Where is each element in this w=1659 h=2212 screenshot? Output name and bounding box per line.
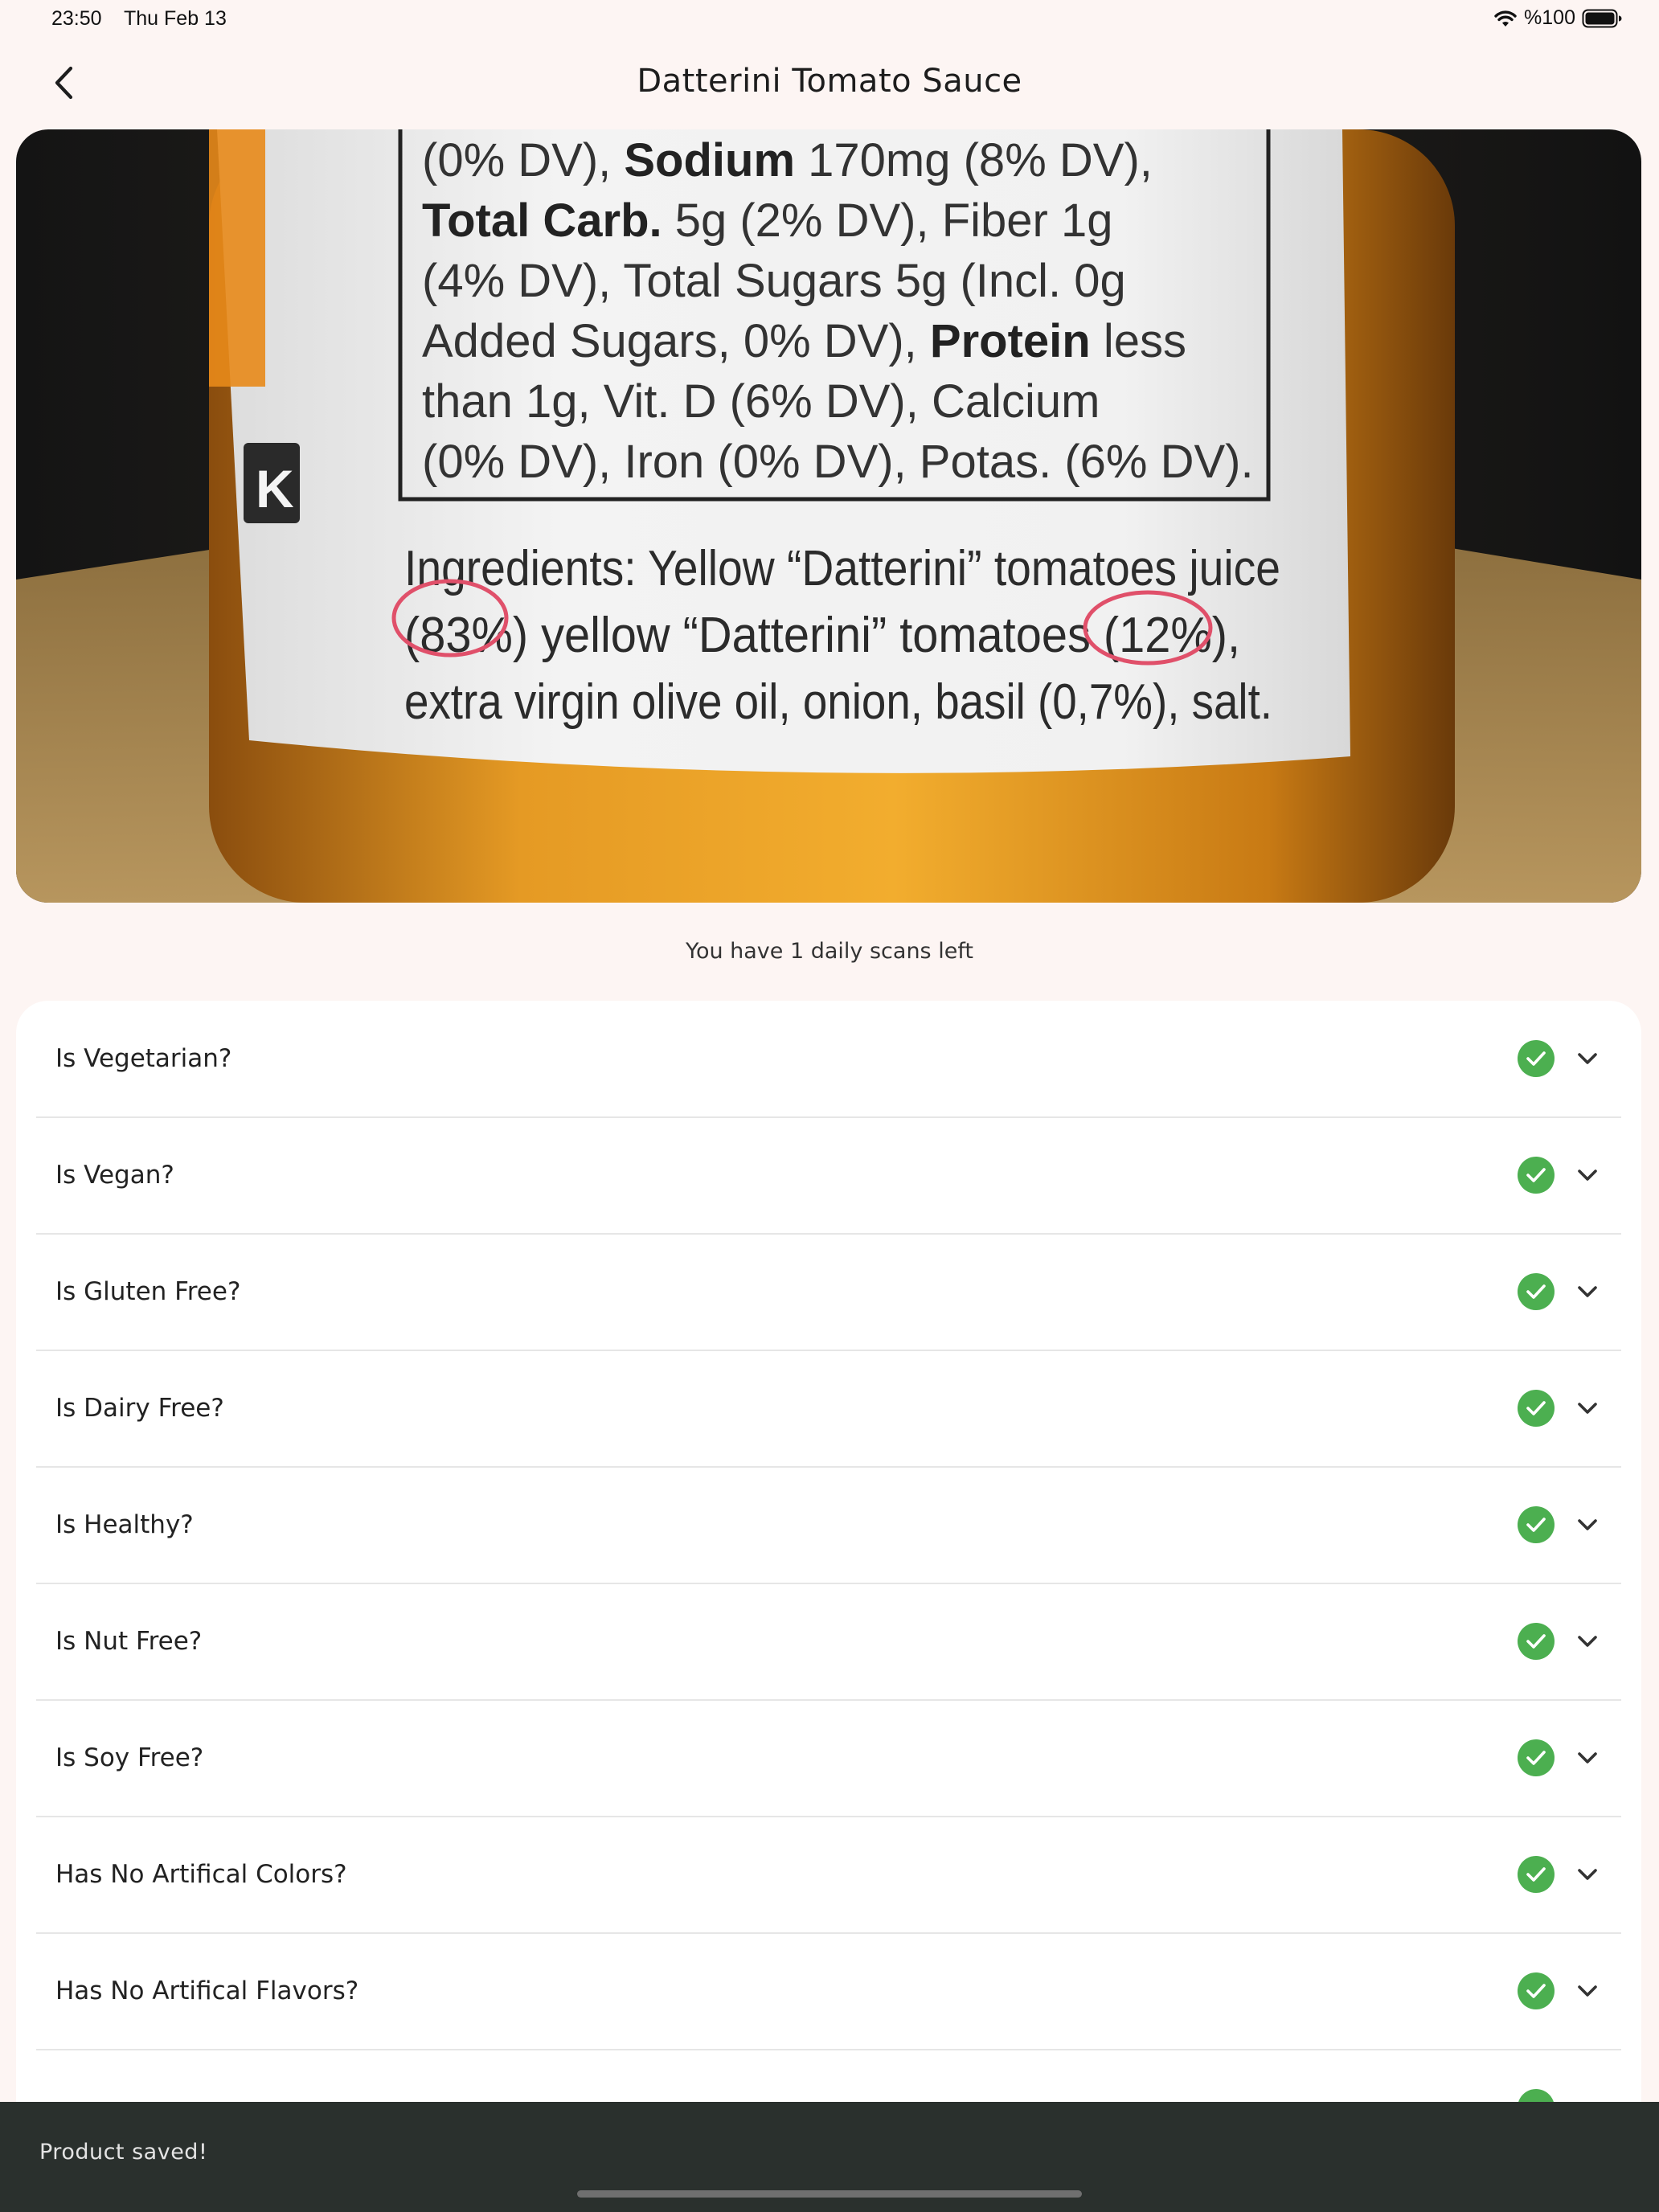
check-label: Is Vegetarian? (55, 1044, 232, 1073)
snackbar-message: Product saved! (39, 2140, 208, 2165)
nutrition-line-2: Total Carb. 5g (2% DV), Fiber 1g (422, 195, 1113, 247)
ingredients-line-3: extra virgin olive oil, onion, basil (0,… (404, 674, 1272, 730)
check-circle-icon (1518, 1856, 1555, 1893)
status-bar: 23:50 Thu Feb 13 %100 (0, 0, 1659, 39)
check-row-nut-free[interactable]: Is Nut Free? (36, 1583, 1621, 1701)
status-indicators: %100 (1493, 6, 1622, 30)
check-label: Has No Artifical Colors? (55, 1860, 347, 1889)
navigation-bar: Datterini Tomato Sauce (0, 48, 1659, 121)
check-label: Is Vegan? (55, 1161, 174, 1190)
nutrition-line-5: than 1g, Vit. D (6% DV), Calcium (422, 375, 1100, 428)
chevron-down-icon[interactable] (1575, 1163, 1600, 1187)
check-row-healthy[interactable]: Is Healthy? (36, 1467, 1621, 1584)
dietary-checklist: Is Vegetarian? Is Vegan? Is Gluten Free?… (16, 1001, 1641, 2126)
check-circle-icon (1518, 1040, 1555, 1077)
chevron-down-icon[interactable] (1575, 1862, 1600, 1886)
chevron-down-icon[interactable] (1575, 1280, 1600, 1304)
check-circle-icon (1518, 1739, 1555, 1776)
page-title: Datterini Tomato Sauce (637, 63, 1022, 100)
check-row-soy-free[interactable]: Is Soy Free? (36, 1700, 1621, 1817)
product-photo: K (0% DV), Sodium 170mg (8% DV), Total C… (16, 129, 1641, 903)
check-row-no-artificial-colors[interactable]: Has No Artifical Colors? (36, 1817, 1621, 1934)
check-row-dairy-free[interactable]: Is Dairy Free? (36, 1350, 1621, 1468)
ingredients-line-1: Ingredients: Yellow “Datterini” tomatoes… (404, 541, 1280, 596)
home-indicator[interactable] (577, 2190, 1082, 2198)
chevron-down-icon[interactable] (1575, 1629, 1600, 1653)
daily-scans-remaining: You have 1 daily scans left (686, 939, 973, 964)
chevron-down-icon[interactable] (1575, 1513, 1600, 1537)
check-circle-icon (1518, 1506, 1555, 1543)
chevron-down-icon[interactable] (1575, 1746, 1600, 1770)
status-time: 23:50 (51, 7, 102, 30)
check-row-vegetarian[interactable]: Is Vegetarian? (36, 1001, 1621, 1118)
nutrition-line-6: (0% DV), Iron (0% DV), Potas. (6% DV). (422, 436, 1254, 488)
check-circle-icon (1518, 1623, 1555, 1660)
wifi-icon (1493, 9, 1518, 28)
check-row-no-artificial-flavors[interactable]: Has No Artifical Flavors? (36, 1933, 1621, 2050)
check-label: Is Dairy Free? (55, 1394, 224, 1423)
check-label: Has No Artifical Flavors? (55, 1976, 359, 2005)
battery-percentage: %100 (1524, 6, 1575, 29)
check-label: Is Nut Free? (55, 1627, 203, 1656)
nutrition-line-3: (4% DV), Total Sugars 5g (Incl. 0g (422, 255, 1126, 307)
check-circle-icon (1518, 1390, 1555, 1427)
check-row-vegan[interactable]: Is Vegan? (36, 1117, 1621, 1235)
status-date: Thu Feb 13 (124, 7, 227, 30)
check-row-gluten-free[interactable]: Is Gluten Free? (36, 1234, 1621, 1351)
check-label: Is Gluten Free? (55, 1277, 241, 1306)
jar-side-mark: K (256, 459, 294, 518)
chevron-down-icon[interactable] (1575, 1047, 1600, 1071)
check-circle-icon (1518, 1972, 1555, 2009)
check-label: Is Healthy? (55, 1510, 194, 1539)
nutrition-line-1: (0% DV), Sodium 170mg (8% DV), (422, 134, 1153, 186)
chevron-down-icon[interactable] (1575, 1396, 1600, 1420)
check-circle-icon (1518, 1273, 1555, 1310)
check-label: Is Soy Free? (55, 1743, 204, 1772)
battery-icon (1582, 9, 1622, 28)
chevron-down-icon[interactable] (1575, 1979, 1600, 2003)
check-circle-icon (1518, 1157, 1555, 1194)
ingredients-line-2: (83%) yellow “Datterini” tomatoes (12%), (404, 608, 1240, 663)
snackbar: Product saved! (0, 2102, 1659, 2212)
nutrition-line-4: Added Sugars, 0% DV), Protein less (422, 315, 1186, 367)
